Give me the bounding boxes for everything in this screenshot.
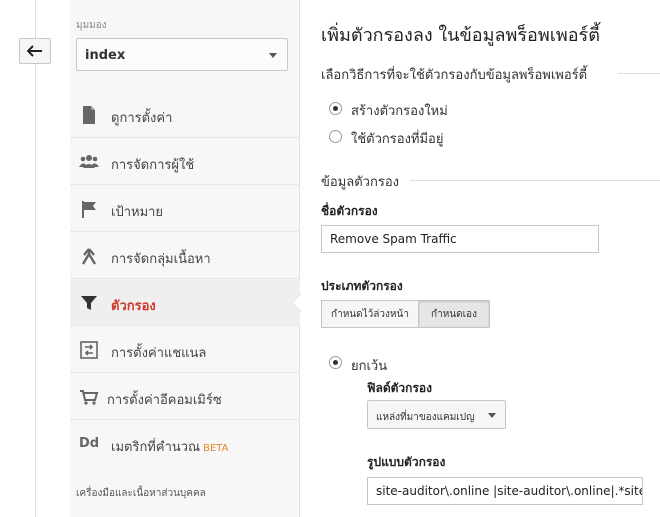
filter-field-select[interactable]: แหล่งที่มาของแคมเปญ <box>367 400 506 429</box>
section-divider <box>618 73 660 74</box>
filter-field-label: ฟิลด์ตัวกรอง <box>367 381 432 395</box>
document-icon <box>83 106 95 124</box>
sidebar-item-label: การตั้งค่าแชแนล <box>111 346 207 361</box>
sidebar-item-goals[interactable]: เป้าหมาย <box>70 186 300 232</box>
calculated-metrics-icon: Dd <box>79 436 100 451</box>
radio-exclude[interactable] <box>329 356 342 369</box>
filter-pattern-input[interactable]: site-auditor\.online |site-auditor\.onli… <box>367 477 643 505</box>
filter-name-input[interactable]: Remove Spam Traffic <box>321 225 599 253</box>
filter-name-label: ชื่อตัวกรอง <box>321 204 378 218</box>
filter-icon <box>81 296 97 310</box>
view-selector[interactable]: index <box>76 38 288 71</box>
chevron-down-icon <box>269 53 277 58</box>
add-filter-panel: เพิ่มตัวกรองลง ในข้อมูลพร็อพเพอร์ตี้ เลื… <box>300 0 660 517</box>
arrow-left-icon <box>27 45 42 57</box>
sidebar-item-calculated-metrics[interactable]: Dd เมตริกที่คำนวณ BETA <box>70 421 300 467</box>
sidebar-item-label: ตัวกรอง <box>111 299 156 314</box>
channel-settings-icon <box>80 341 98 359</box>
cart-icon <box>80 390 99 405</box>
radio-exclude-label[interactable]: ยกเว้น <box>351 355 387 376</box>
view-selector-value: index <box>85 48 126 63</box>
sidebar-item-label: การจัดกลุ่มเนื้อหา <box>111 252 211 267</box>
admin-sidebar: มุมมอง index ดูการตั้งค่า การจัดการผู้ใช… <box>70 0 300 517</box>
chevron-down-icon <box>488 413 496 418</box>
view-label: มุมมอง <box>76 20 107 31</box>
page-title: เพิ่มตัวกรองลง ในข้อมูลพร็อพเพอร์ตี้ <box>321 25 600 46</box>
radio-use-existing-label[interactable]: ใช้ตัวกรองที่มีอยู่ <box>351 128 444 149</box>
sidebar-item-view-settings[interactable]: ดูการตั้งค่า <box>70 92 300 138</box>
flag-icon <box>82 201 96 218</box>
filter-pattern-label: รูปแบบตัวกรอง <box>367 455 446 469</box>
sidebar-item-label: เป้าหมาย <box>111 205 164 220</box>
sidebar-item-content-grouping[interactable]: การจัดกลุ่มเนื้อหา <box>70 233 300 279</box>
sidebar-item-ecommerce-settings[interactable]: การตั้งค่าอีคอมเมิร์ซ <box>70 374 300 420</box>
radio-use-existing[interactable] <box>329 130 342 143</box>
content-grouping-icon <box>81 248 97 265</box>
sidebar-item-label-wrap: เมตริกที่คำนวณ BETA <box>111 436 228 457</box>
filter-type-label: ประเภทตัวกรอง <box>321 279 403 293</box>
left-rail <box>0 0 70 517</box>
sidebar-item-label: การจัดการผู้ใช้ <box>111 158 195 173</box>
sidebar-item-label: เมตริกที่คำนวณ <box>111 440 201 455</box>
filter-info-heading: ข้อมูลตัวกรอง <box>321 175 399 190</box>
sidebar-item-channel-settings[interactable]: การตั้งค่าแชแนล <box>70 327 300 373</box>
radio-create-new[interactable] <box>329 102 342 115</box>
rail-divider <box>35 0 36 517</box>
radio-create-new-label[interactable]: สร้างตัวกรองใหม่ <box>351 100 448 121</box>
users-icon <box>79 155 99 168</box>
sidebar-item-label: การตั้งค่าอีคอมเมิร์ซ <box>107 393 222 408</box>
filter-field-value: แหล่งที่มาของแคมเปญ <box>376 412 475 423</box>
method-heading: เลือกวิธีการที่จะใช้ตัวกรองกับข้อมูลพร็อ… <box>321 68 588 83</box>
sidebar-item-label: ดูการตั้งค่า <box>111 111 173 126</box>
tab-custom[interactable]: กำหนดเอง <box>418 300 490 328</box>
beta-badge: BETA <box>203 443 229 454</box>
back-button[interactable] <box>19 38 51 64</box>
sidebar-item-user-management[interactable]: การจัดการผู้ใช้ <box>70 139 300 185</box>
sidebar-section-heading: เครื่องมือและเนื้อหาส่วนบุคคล <box>76 488 206 499</box>
tab-predefined[interactable]: กำหนดไว้ล่วงหน้า <box>321 300 419 328</box>
section-divider <box>410 180 660 181</box>
sidebar-item-filters[interactable]: ตัวกรอง <box>70 280 300 326</box>
